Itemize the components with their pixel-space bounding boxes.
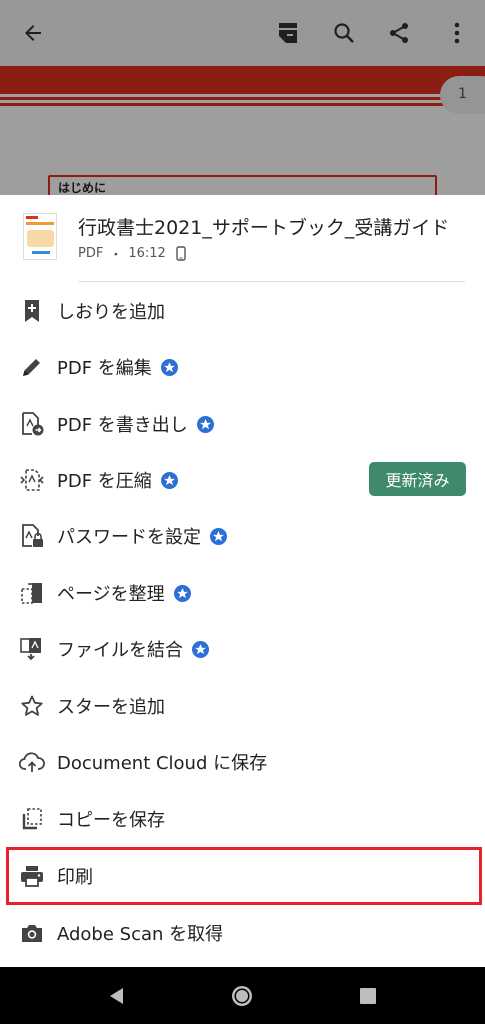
menu-item-edit-pdf[interactable]: PDF を編集 [0,339,485,395]
menu-item-add-bookmark[interactable]: しおりを追加 [0,283,485,339]
menu-label: スターを追加 [57,697,165,718]
premium-star-icon [160,358,178,376]
premium-star-icon [173,584,191,602]
cloud-upload-icon [18,748,46,776]
updated-badge: 更新済み [369,462,466,496]
premium-star-icon [196,415,214,433]
menu-label: しおりを追加 [57,302,165,323]
file-type: PDF [78,246,104,261]
nav-recents-icon[interactable] [355,983,381,1009]
menu-label: ページを整理 [57,584,165,605]
copy-icon [18,805,46,833]
bottom-sheet: 行政書士2021_サポートブック_受講ガイド PDF ・ 16:12 しおりを追… [0,195,485,967]
menu-label: PDF を書き出し [57,415,188,436]
meta-separator: ・ [109,248,123,263]
menu-label: ファイルを結合 [57,640,183,661]
bookmark-add-icon [18,297,46,325]
combine-files-icon [18,635,46,663]
menu-label: Adobe Scan を取得 [57,924,224,945]
nav-home-icon[interactable] [229,983,255,1009]
organize-pages-icon [18,579,46,607]
menu-label: PDF を圧縮 [57,471,152,492]
highlight-box [6,847,482,905]
divider [78,281,465,282]
premium-star-icon [160,471,178,489]
menu-item-organize-pages[interactable]: ページを整理 [0,565,485,621]
camera-icon [18,919,46,947]
phone-icon [176,246,186,261]
star-outline-icon [18,692,46,720]
menu-label: PDF を編集 [57,358,152,379]
menu-item-compress-pdf[interactable]: PDF を圧縮 更新済み [0,452,485,508]
premium-star-icon [210,527,227,545]
menu-label: パスワードを設定 [57,527,201,548]
file-thumbnail [23,213,57,260]
file-header: 行政書士2021_サポートブック_受講ガイド PDF ・ 16:12 [0,195,485,281]
system-nav-bar [0,967,485,1024]
file-time: 16:12 [128,246,166,261]
background-document: はじめに 1 [0,0,485,195]
export-pdf-icon [18,410,46,438]
pencil-icon [18,353,46,381]
scrim-overlay[interactable] [0,0,485,195]
menu-item-save-copy[interactable]: コピーを保存 [0,791,485,847]
file-title: 行政書士2021_サポートブック_受講ガイド [78,217,450,239]
password-pdf-icon [18,522,46,550]
nav-back-icon[interactable] [103,983,129,1009]
menu-item-export-pdf[interactable]: PDF を書き出し [0,396,485,452]
menu-item-get-adobe-scan[interactable]: Adobe Scan を取得 [0,905,485,961]
menu-item-combine-files[interactable]: ファイルを結合 [0,621,485,677]
menu-item-save-document-cloud[interactable]: Document Cloud に保存 [0,734,485,790]
premium-star-icon [192,640,209,658]
menu-item-set-password[interactable]: パスワードを設定 [0,508,485,564]
file-meta: PDF ・ 16:12 [78,244,186,263]
menu-item-add-star[interactable]: スターを追加 [0,678,485,734]
menu-label: コピーを保存 [57,810,165,831]
menu-label: Document Cloud に保存 [57,753,268,774]
compress-pdf-icon [18,466,46,494]
